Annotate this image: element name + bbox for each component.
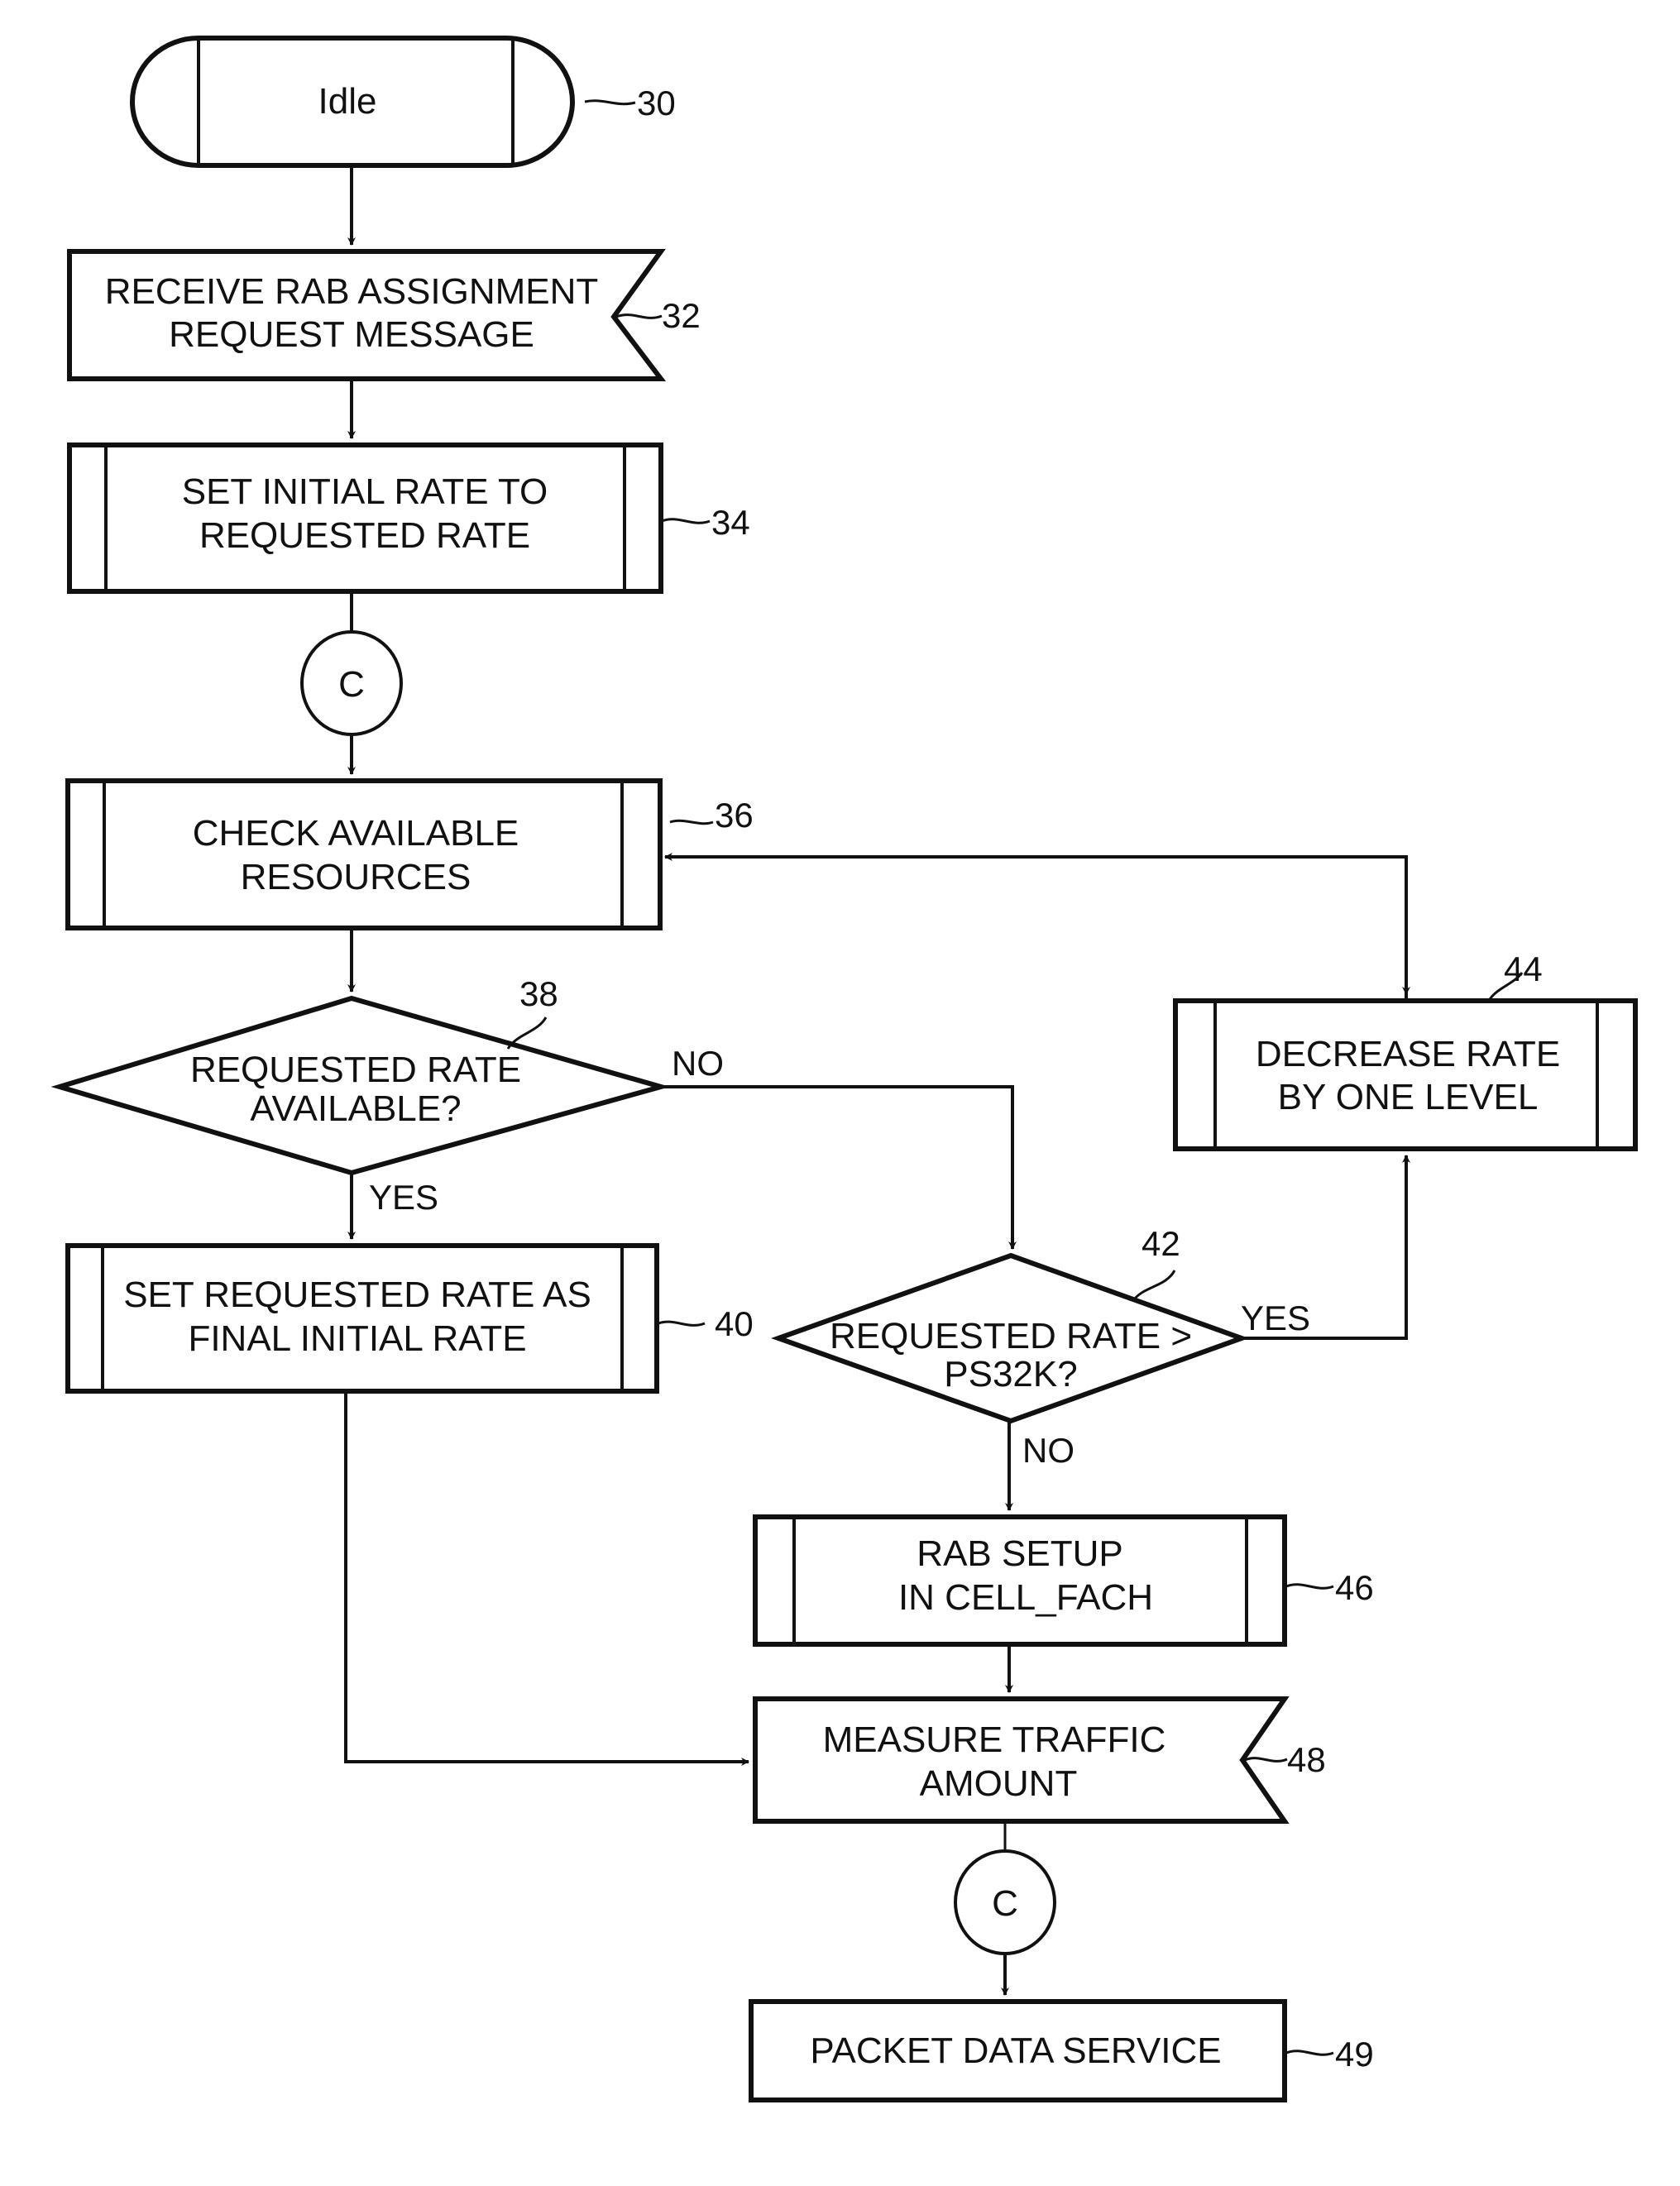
node-idle-ref: 30 [637, 84, 676, 122]
branch-label-no: NO [1022, 1431, 1075, 1470]
node-check-line-2: RESOURCES [241, 857, 471, 897]
node-rab-setup-ref: 46 [1335, 1568, 1374, 1607]
node-decision-available: REQUESTED RATE AVAILABLE? 38 NO YES [50, 974, 724, 1217]
ref-leader [669, 819, 714, 825]
node-set-initial-line-1: SET INITIAL RATE TO [182, 471, 548, 512]
process-shape [1173, 998, 1638, 1151]
node-connector-top-text: C [338, 664, 365, 705]
node-set-final-line-2: FINAL INITIAL RATE [188, 1318, 526, 1359]
node-decision-ps32k-ref: 42 [1142, 1224, 1180, 1263]
node-check: CHECK AVAILABLE RESOURCES 36 [65, 778, 754, 930]
ref-leader [661, 518, 711, 524]
node-packet: PACKET DATA SERVICE 49 [749, 1999, 1374, 2102]
node-decision-available-line-1: REQUESTED RATE [190, 1050, 521, 1090]
node-connector-bottom-text: C [992, 1883, 1018, 1924]
node-set-initial: SET INITIAL RATE TO REQUESTED RATE 34 [67, 442, 750, 594]
node-receive-ref: 32 [662, 296, 701, 335]
node-decrease-line-1: DECREASE RATE [1256, 1034, 1560, 1074]
node-set-initial-line-2: REQUESTED RATE [199, 515, 530, 556]
node-decision-available-ref: 38 [519, 974, 558, 1013]
node-measure: MEASURE TRAFFIC AMOUNT 48 [753, 1696, 1326, 1824]
node-set-initial-ref: 34 [711, 503, 750, 542]
node-decision-ps32k-line-1: REQUESTED RATE > [830, 1316, 1192, 1356]
ref-leader [1244, 1757, 1288, 1763]
node-decision-ps32k: REQUESTED RATE > PS32K? 42 YES NO [771, 1224, 1310, 1470]
node-set-final-ref: 40 [715, 1304, 754, 1343]
node-check-ref: 36 [715, 796, 754, 835]
node-decrease-line-2: BY ONE LEVEL [1278, 1077, 1539, 1117]
branch-label-yes: YES [1241, 1299, 1310, 1337]
node-decision-available-line-2: AVAILABLE? [250, 1088, 461, 1129]
edge-setfinal-measure [344, 1391, 749, 1766]
node-idle-text: Idle [318, 81, 377, 122]
node-idle: Idle 30 [130, 36, 676, 168]
branch-label-no: NO [672, 1044, 724, 1083]
node-measure-ref: 48 [1287, 1740, 1326, 1779]
node-connector-top: C [300, 630, 403, 736]
edge-decision-no-ps32k [661, 1085, 1017, 1250]
node-check-line-1: CHECK AVAILABLE [193, 813, 519, 854]
ref-leader [584, 99, 636, 106]
ref-leader [615, 313, 663, 319]
node-connector-bottom: C [954, 1849, 1056, 1955]
ref-leader [1285, 2050, 1334, 2056]
ref-leader [658, 1320, 706, 1327]
node-receive: RECEIVE RAB ASSIGNMENT REQUEST MESSAGE 3… [67, 249, 701, 381]
ref-leader [1285, 1583, 1334, 1590]
node-rab-setup-line-2: IN CELL_FACH [898, 1577, 1153, 1618]
node-set-final: SET REQUESTED RATE AS FINAL INITIAL RATE… [65, 1243, 754, 1394]
node-receive-line-1: RECEIVE RAB ASSIGNMENT [105, 271, 599, 312]
ref-leader [1133, 1270, 1176, 1300]
edge-decrease-check [664, 853, 1408, 1001]
node-set-final-line-1: SET REQUESTED RATE AS [123, 1275, 591, 1315]
node-measure-line-2: AMOUNT [920, 1763, 1078, 1804]
node-rab-setup-line-1: RAB SETUP [917, 1533, 1122, 1574]
node-rab-setup: RAB SETUP IN CELL_FACH 46 [753, 1514, 1374, 1647]
node-measure-line-1: MEASURE TRAFFIC [823, 1720, 1166, 1760]
node-packet-ref: 49 [1335, 2035, 1374, 2074]
branch-label-yes: YES [369, 1178, 438, 1217]
node-decrease-ref: 44 [1504, 949, 1543, 988]
process-shape [65, 778, 663, 930]
node-decision-ps32k-line-2: PS32K? [944, 1354, 1077, 1394]
flowchart-canvas: Idle 30 RECEIVE RAB ASSIGNMENT REQUEST M… [50, 36, 1638, 2102]
node-packet-text: PACKET DATA SERVICE [810, 2031, 1221, 2071]
node-receive-line-2: REQUEST MESSAGE [169, 314, 534, 355]
